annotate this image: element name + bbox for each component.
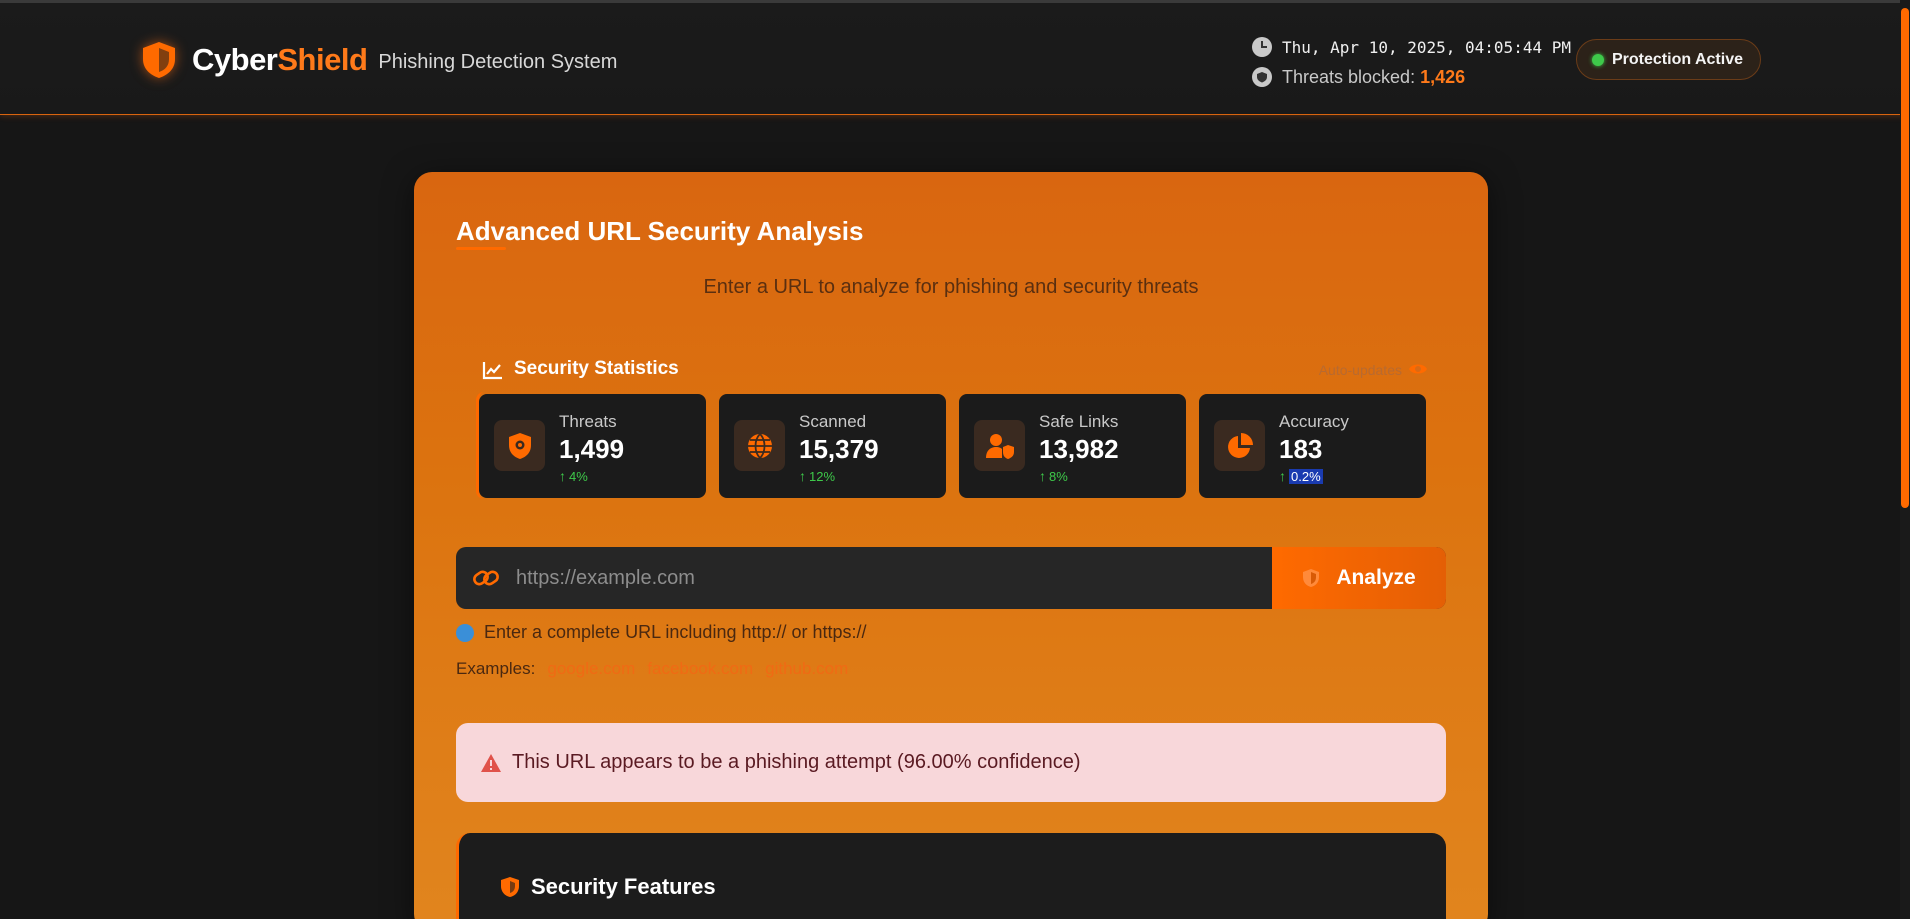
- current-datetime: Thu, Apr 10, 2025, 04:05:44 PM: [1282, 37, 1571, 57]
- header-info: Thu, Apr 10, 2025, 04:05:44 PM Threats b…: [1252, 32, 1571, 92]
- shield-icon: [1303, 569, 1320, 587]
- stat-value: 15,379: [799, 434, 879, 464]
- stat-card-accuracy: Accuracy 183 ↑ 0.2%: [1199, 394, 1426, 498]
- examples-row: Examples: google.com facebook.com github…: [456, 659, 860, 679]
- threats-blocked-label: Threats blocked:: [1282, 66, 1416, 87]
- stat-trend-value: 4%: [569, 468, 588, 484]
- stat-value: 183: [1279, 434, 1323, 464]
- brand-name-part2: Shield: [277, 42, 368, 77]
- stat-value: 13,982: [1039, 434, 1119, 464]
- brand-name-part1: Cyber: [192, 42, 278, 77]
- stats-row: Threats 1,499 ↑ 4% Scanned 15,379 ↑ 12% Sa…: [476, 392, 1446, 499]
- url-hint-text: Enter a complete URL including http:// o…: [484, 622, 867, 642]
- stat-trend-value: 12%: [809, 468, 836, 484]
- stat-label: Scanned: [799, 412, 867, 431]
- protection-status-text: Protection Active: [1612, 50, 1743, 68]
- page-subtitle: Enter a URL to analyze for phishing and …: [703, 276, 1199, 298]
- arrow-up-icon: ↑: [799, 468, 806, 484]
- security-statistics: Security Statistics Auto-updates Threats…: [476, 352, 1446, 499]
- brand-name: CyberShield: [192, 42, 368, 78]
- stat-label: Safe Links: [1039, 412, 1119, 431]
- stat-trend: ↑ 0.2%: [1279, 468, 1323, 484]
- brand-subtitle: Phishing Detection System: [378, 50, 618, 73]
- stats-title: Security Statistics: [514, 358, 679, 379]
- threats-blocked-value: 1,426: [1420, 66, 1466, 87]
- phishing-alert: This URL appears to be a phishing attemp…: [456, 723, 1446, 802]
- shield-logo-icon: [143, 42, 175, 78]
- shield-badge-icon: [1252, 67, 1272, 87]
- alert-message: This URL appears to be a phishing attemp…: [512, 751, 1081, 773]
- stat-trend: ↑ 12%: [799, 468, 835, 484]
- datetime-row: Thu, Apr 10, 2025, 04:05:44 PM: [1252, 32, 1571, 62]
- arrow-up-icon: ↑: [1279, 468, 1286, 484]
- arrow-up-icon: ↑: [1039, 468, 1046, 484]
- eye-icon[interactable]: [1408, 361, 1428, 377]
- scrollbar-thumb[interactable]: [1901, 8, 1909, 508]
- app-header: CyberShield Phishing Detection System Th…: [0, 0, 1910, 115]
- stat-card-safe-links: Safe Links 13,982 ↑ 8%: [959, 394, 1186, 498]
- stat-trend-value: 0.2%: [1289, 468, 1323, 484]
- stat-card-threats: Threats 1,499 ↑ 4%: [479, 394, 706, 498]
- line-chart-icon: [482, 362, 502, 380]
- security-features-panel: Security Features: [456, 833, 1446, 919]
- stat-trend: ↑ 4%: [559, 468, 588, 484]
- shield-icon: [501, 877, 519, 897]
- title-underline: [456, 247, 506, 250]
- stat-label: Threats: [559, 412, 617, 431]
- analysis-card: Advanced URL Security Analysis Enter a U…: [414, 172, 1488, 919]
- globe-icon: [734, 420, 785, 471]
- status-dot-icon: [1592, 53, 1604, 66]
- protection-status-badge[interactable]: Protection Active: [1576, 39, 1761, 80]
- user-shield-icon: [974, 420, 1025, 471]
- features-title: Security Features: [531, 874, 716, 899]
- clock-icon: [1252, 37, 1272, 57]
- examples-label: Examples:: [456, 659, 536, 678]
- info-icon: [456, 623, 474, 642]
- warning-icon: [481, 753, 501, 772]
- auto-updates-label: Auto-updates: [1318, 362, 1402, 378]
- analyze-button[interactable]: Analyze: [1272, 547, 1446, 609]
- page-title: Advanced URL Security Analysis: [456, 216, 864, 246]
- stat-trend-value: 8%: [1049, 468, 1068, 484]
- brand[interactable]: CyberShield Phishing Detection System: [140, 40, 617, 80]
- blocked-row: Threats blocked: 1,426: [1252, 62, 1571, 92]
- arrow-up-icon: ↑: [559, 468, 566, 484]
- top-edge: [0, 0, 1910, 3]
- url-hint: Enter a complete URL including http:// o…: [456, 622, 867, 643]
- pie-chart-icon: [1214, 420, 1265, 471]
- example-link-github[interactable]: github.com: [765, 659, 848, 679]
- shield-virus-icon: [494, 420, 545, 471]
- example-link-google[interactable]: google.com: [547, 659, 635, 679]
- analyze-button-label: Analyze: [1336, 566, 1416, 589]
- example-link-facebook[interactable]: facebook.com: [647, 659, 753, 679]
- url-input-group: Analyze: [456, 547, 1446, 609]
- url-input[interactable]: [516, 547, 1256, 609]
- stat-trend: ↑ 8%: [1039, 468, 1068, 484]
- stat-label: Accuracy: [1279, 412, 1349, 431]
- link-icon: [473, 570, 499, 586]
- stat-card-scanned: Scanned 15,379 ↑ 12%: [719, 394, 946, 498]
- stat-value: 1,499: [559, 434, 625, 464]
